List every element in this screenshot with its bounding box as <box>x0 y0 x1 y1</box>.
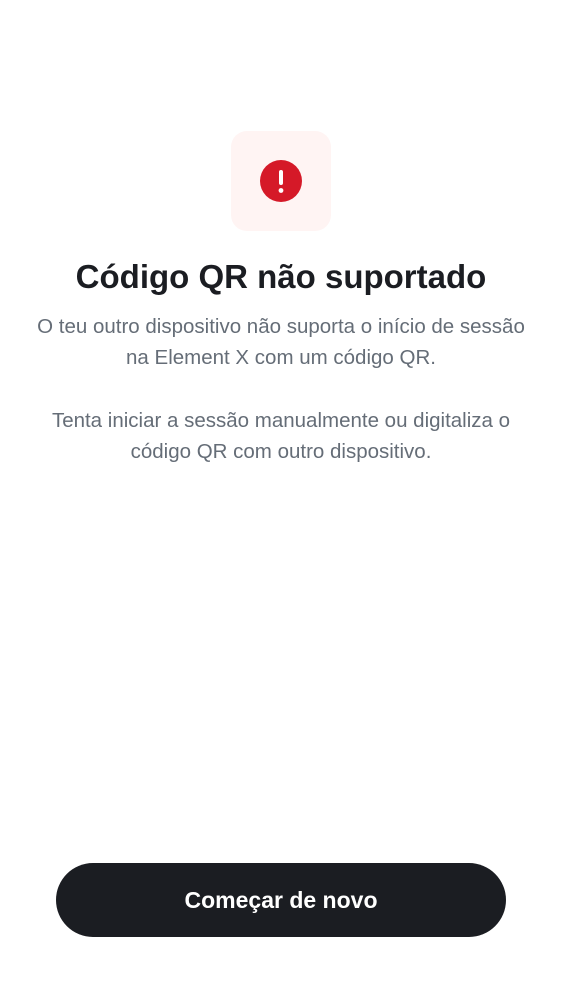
description-paragraph-1: O teu outro dispositivo não suporta o in… <box>37 315 525 369</box>
page-title: Código QR não suportado <box>75 258 487 295</box>
error-exclamation-icon <box>260 160 302 202</box>
qr-not-supported-screen: Código QR não suportado O teu outro disp… <box>0 0 562 1000</box>
error-icon-container <box>231 131 331 231</box>
start-over-button[interactable]: Começar de novo <box>56 863 506 937</box>
description-paragraph-2: Tenta iniciar a sessão manualmente ou di… <box>51 409 511 463</box>
